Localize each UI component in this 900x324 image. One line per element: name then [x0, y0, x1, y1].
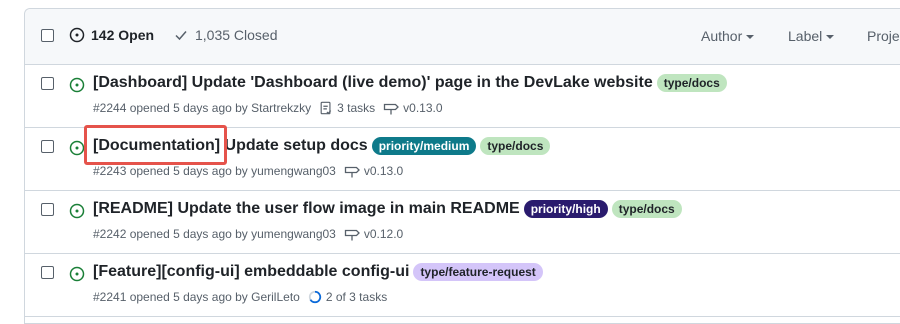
- issue-meta: #2244 opened 5 days ago by Startrekzky: [93, 101, 312, 115]
- label-type-docs[interactable]: type/docs: [656, 74, 727, 92]
- issue-checkbox[interactable]: [41, 203, 54, 216]
- issue-row: [README] Update the user flow image in m…: [25, 191, 900, 254]
- issue-open-icon: [69, 203, 85, 219]
- checklist-icon: [320, 101, 332, 115]
- open-count-label: 142 Open: [91, 27, 155, 43]
- author-filter[interactable]: Author: [701, 28, 755, 44]
- issue-row: [Feature][config-ui] embeddable config-u…: [25, 254, 900, 317]
- chevron-down-icon: [826, 35, 835, 39]
- milestone-icon: [384, 103, 400, 115]
- progress-ring-icon: [308, 290, 321, 304]
- issue-checkbox[interactable]: [41, 266, 54, 279]
- task-progress-indicator: 2 of 3 tasks: [308, 290, 387, 304]
- milestone-label: v0.12.0: [363, 227, 404, 241]
- milestone-link[interactable]: v0.13.0: [383, 101, 443, 115]
- milestone-label: v0.13.0: [403, 101, 443, 115]
- milestone-label: v0.13.0: [363, 164, 404, 178]
- issue-open-icon: [69, 77, 85, 93]
- issue-title-link[interactable]: [Feature][config-ui] embeddable config-u…: [93, 263, 409, 281]
- issue-meta: #2243 opened 5 days ago by yumengwang03: [93, 164, 336, 178]
- issue-title-link[interactable]: [Dashboard] Update 'Dashboard (live demo…: [93, 74, 653, 92]
- task-progress-label: 2 of 3 tasks: [325, 290, 388, 304]
- projects-filter-label: Proje: [867, 28, 900, 44]
- issue-title-link[interactable]: [README] Update the user flow image in m…: [93, 200, 520, 218]
- issues-list-header: 142 Open 1,035 Closed Author Label Proje: [25, 9, 900, 65]
- issue-checkbox[interactable]: [41, 140, 54, 153]
- issue-title-link[interactable]: [Documentation] Update setup docs: [93, 137, 368, 155]
- label-filter-label: Label: [788, 28, 823, 44]
- tasks-count: 3 tasks: [337, 101, 376, 115]
- milestone-icon: [344, 166, 360, 178]
- label-filter[interactable]: Label: [788, 28, 835, 44]
- closed-issues-toggle[interactable]: 1,035 Closed: [173, 27, 278, 43]
- issues-list-panel: 142 Open 1,035 Closed Author Label Proje…: [24, 8, 900, 324]
- issue-row: [Documentation] Update setup docs priori…: [25, 128, 900, 191]
- issue-open-icon: [69, 27, 85, 43]
- issue-open-icon: [69, 266, 85, 282]
- check-icon: [175, 31, 187, 41]
- label-type-docs[interactable]: type/docs: [480, 137, 551, 155]
- issue-row: [Dashboard] Update 'Dashboard (live demo…: [25, 65, 900, 128]
- milestone-icon: [344, 229, 360, 241]
- label-type-feature-request[interactable]: type/feature-request: [413, 263, 543, 281]
- issue-meta: #2242 opened 5 days ago by yumengwang03: [93, 227, 336, 241]
- milestone-link[interactable]: v0.12.0: [344, 227, 403, 241]
- label-type-docs[interactable]: type/docs: [611, 200, 682, 218]
- label-priority-high[interactable]: priority/high: [523, 200, 608, 218]
- issue-checkbox[interactable]: [41, 77, 54, 90]
- closed-count-label: 1,035 Closed: [195, 27, 278, 43]
- label-priority-medium[interactable]: priority/medium: [371, 137, 477, 155]
- projects-filter[interactable]: Proje: [867, 28, 900, 44]
- open-issues-toggle[interactable]: 142 Open: [69, 27, 154, 43]
- select-all-checkbox[interactable]: [41, 29, 54, 42]
- chevron-down-icon: [746, 35, 755, 39]
- issue-open-icon: [69, 140, 85, 156]
- tasks-indicator: 3 tasks: [319, 101, 375, 115]
- author-filter-label: Author: [701, 28, 743, 44]
- issue-meta: #2241 opened 5 days ago by GerilLeto: [93, 290, 300, 304]
- milestone-link[interactable]: v0.13.0: [344, 164, 403, 178]
